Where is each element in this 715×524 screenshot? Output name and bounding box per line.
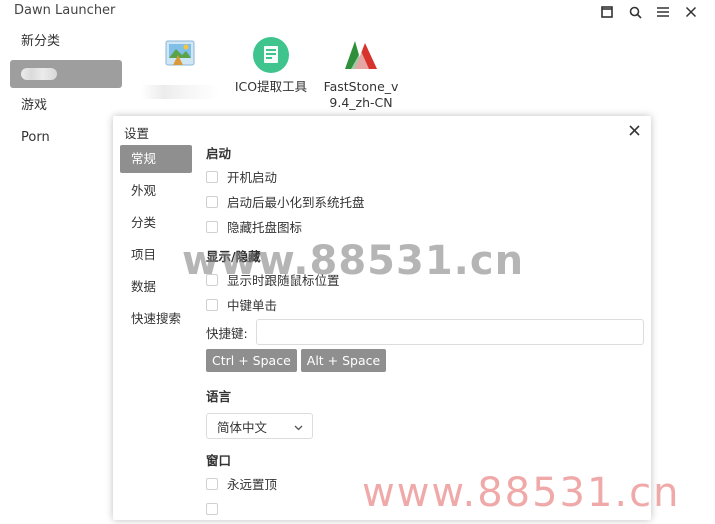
grid-item-label: ICO提取工具 — [234, 79, 308, 94]
option-label: 启动后最小化到系统托盘 — [227, 195, 365, 210]
checkbox[interactable] — [206, 220, 218, 233]
faststone-icon — [341, 35, 381, 75]
grid-item-label: FastStone_v9.4_zh-CN — [323, 79, 399, 110]
settings-tab-general[interactable]: 常规 — [120, 145, 192, 173]
sidebar-item-games[interactable]: 游戏 — [0, 92, 130, 120]
option-launch-at-startup[interactable]: 开机启动 — [206, 164, 644, 189]
hotkey-presets: Ctrl + Space Alt + Space — [206, 349, 644, 373]
option-middle-click[interactable]: 中键单击 — [206, 292, 644, 317]
sidebar-item-label: Porn — [21, 130, 50, 145]
grid-item-picture-app[interactable] — [140, 30, 220, 99]
settings-content: 启动 开机启动 启动后最小化到系统托盘 隐藏托盘图标 显示/隐藏 显示时跟随鼠标… — [206, 144, 644, 520]
hotkey-row: 快捷键: — [206, 318, 644, 346]
option-label: 开机启动 — [227, 170, 278, 185]
option-label: 中键单击 — [227, 298, 278, 313]
language-select[interactable]: 简体中文 — [206, 413, 313, 439]
checkbox[interactable] — [206, 170, 218, 183]
option-partial[interactable] — [206, 496, 644, 520]
option-always-on-top[interactable]: 永远置顶 — [206, 471, 644, 496]
hotkey-input[interactable] — [256, 319, 644, 345]
dialog-title: 设置 — [124, 126, 150, 141]
checkbox[interactable] — [206, 502, 218, 515]
checkbox[interactable] — [206, 195, 218, 208]
settings-tab-items[interactable]: 项目 — [120, 241, 192, 269]
sidebar-item-selected[interactable] — [10, 60, 122, 88]
option-hide-tray-icon[interactable]: 隐藏托盘图标 — [206, 214, 644, 239]
option-label: 隐藏托盘图标 — [227, 220, 303, 235]
sidebar-item-porn[interactable]: Porn — [0, 124, 130, 152]
blurred-label — [21, 67, 57, 80]
section-title-startup: 启动 — [206, 146, 232, 161]
language-select-wrap: 简体中文 — [206, 413, 644, 439]
blurred-label — [140, 85, 220, 99]
close-icon[interactable] — [627, 123, 641, 137]
settings-tab-data[interactable]: 数据 — [120, 273, 192, 301]
section-title-window: 窗口 — [206, 453, 232, 468]
grid-item-faststone[interactable]: FastStone_v9.4_zh-CN — [321, 30, 401, 111]
section-title-language: 语言 — [206, 389, 232, 404]
menu-icon[interactable] — [655, 4, 671, 20]
settings-tab-category[interactable]: 分类 — [120, 209, 192, 237]
checkbox[interactable] — [206, 298, 218, 311]
language-selected: 简体中文 — [217, 419, 268, 435]
search-icon[interactable] — [627, 4, 643, 20]
close-icon[interactable] — [683, 4, 699, 20]
option-follow-mouse[interactable]: 显示时跟随鼠标位置 — [206, 267, 644, 292]
settings-nav: 常规 外观 分类 项目 数据 快速搜索 — [120, 145, 192, 337]
grid-item-ico-extractor[interactable]: ICO提取工具 — [231, 30, 311, 95]
sidebar-item-label: 游戏 — [21, 98, 48, 113]
hotkey-preset-alt-space[interactable]: Alt + Space — [300, 349, 387, 372]
ico-extractor-icon — [251, 35, 291, 75]
title-bar: Dawn Launcher — [0, 0, 715, 24]
settings-tab-quick-search[interactable]: 快速搜索 — [120, 305, 192, 333]
sidebar-item-new-category[interactable]: 新分类 — [0, 28, 130, 56]
hotkey-preset-ctrl-space[interactable]: Ctrl + Space — [206, 349, 297, 372]
option-label: 显示时跟随鼠标位置 — [227, 273, 340, 288]
section-title-show-hide: 显示/隐藏 — [206, 249, 261, 264]
checkbox[interactable] — [206, 273, 218, 286]
dawn-launcher-window: Dawn Launcher 新分类 游戏 Porn ICO提取工具 FastSt… — [0, 0, 715, 524]
maximize-icon[interactable] — [599, 4, 615, 20]
checkbox[interactable] — [206, 477, 218, 490]
picture-app-icon — [160, 35, 200, 75]
settings-tab-appearance[interactable]: 外观 — [120, 177, 192, 205]
sidebar-item-label: 新分类 — [21, 34, 61, 49]
settings-dialog: 设置 常规 外观 分类 项目 数据 快速搜索 启动 开机启动 启动后最小化到系统… — [113, 116, 651, 520]
chevron-down-icon — [294, 419, 303, 434]
title-bar-actions — [599, 4, 699, 20]
option-minimize-to-tray[interactable]: 启动后最小化到系统托盘 — [206, 189, 644, 214]
category-sidebar: 新分类 游戏 Porn — [0, 28, 130, 156]
option-label: 永远置顶 — [227, 477, 278, 492]
hotkey-label: 快捷键: — [206, 325, 248, 341]
app-title: Dawn Launcher — [14, 3, 116, 18]
